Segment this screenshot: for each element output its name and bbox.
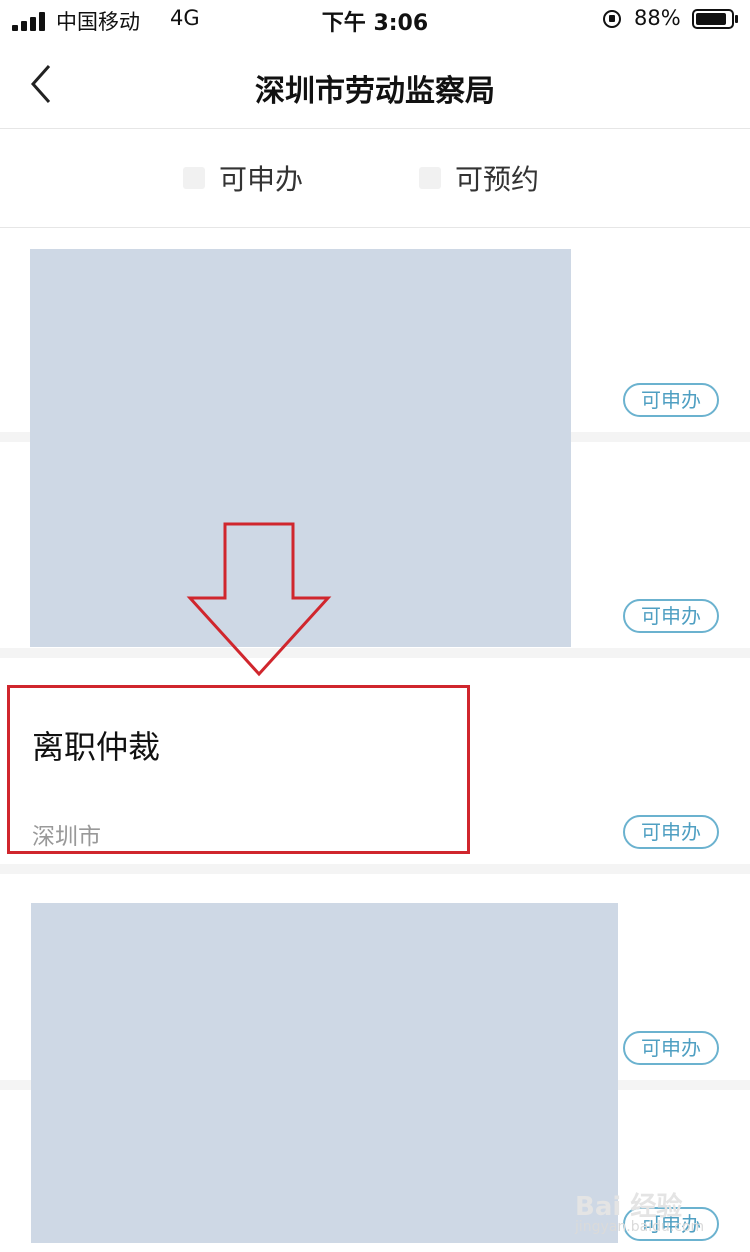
status-badge: 可申办 <box>623 1031 719 1065</box>
nav-divider <box>0 128 750 129</box>
watermark-logo: Bai 经验 <box>575 1192 683 1222</box>
filter-label: 可申办 <box>219 163 304 196</box>
orientation-lock-icon <box>603 10 621 28</box>
watermark-url: jingyan.baidu.com <box>575 1219 705 1235</box>
filter-can-apply[interactable]: 可申办 <box>183 160 303 196</box>
battery-level-fill <box>696 13 726 25</box>
list-separator <box>0 648 750 658</box>
down-arrow-annotation-icon <box>186 522 332 677</box>
checkbox-icon[interactable] <box>183 167 205 189</box>
highlight-box <box>7 685 470 854</box>
checkbox-icon[interactable] <box>419 167 441 189</box>
redaction-block <box>31 903 618 1243</box>
battery-icon <box>692 9 734 29</box>
list-separator <box>0 864 750 874</box>
status-badge: 可申办 <box>623 815 719 849</box>
battery-percent: 88% <box>634 6 681 30</box>
status-badge: 可申办 <box>623 599 719 633</box>
filter-label: 可预约 <box>455 163 540 196</box>
filter-can-book[interactable]: 可预约 <box>419 160 539 196</box>
battery-cap <box>735 15 738 23</box>
status-bar: 中国移动 4G 下午 3:06 88% <box>0 0 750 40</box>
page-title: 深圳市劳动监察局 <box>255 74 495 109</box>
status-badge: 可申办 <box>623 383 719 417</box>
